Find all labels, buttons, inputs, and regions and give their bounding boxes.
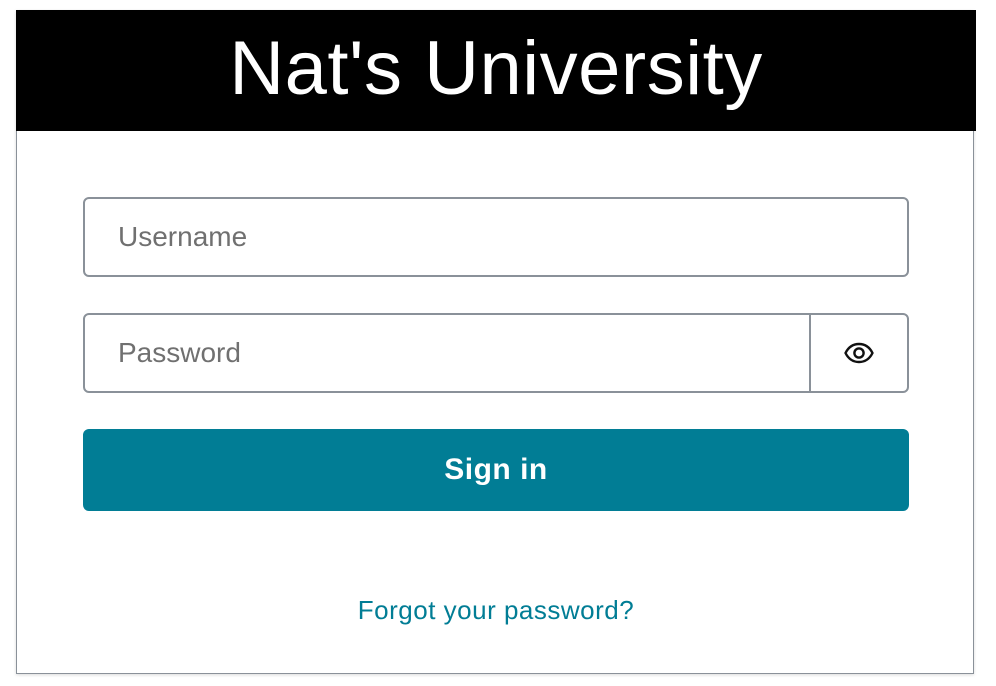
forgot-password-link[interactable]: Forgot your password? — [17, 595, 975, 626]
login-card: Nat's University Sign in Forgot your pas… — [16, 10, 976, 674]
page-title: Nat's University — [229, 25, 763, 111]
username-field-container — [83, 197, 909, 277]
show-password-toggle[interactable] — [809, 315, 907, 391]
sign-in-button[interactable]: Sign in — [83, 429, 909, 511]
password-input[interactable] — [85, 315, 809, 391]
username-input[interactable] — [85, 199, 907, 275]
password-field-container — [83, 313, 909, 393]
header-banner: Nat's University — [16, 10, 976, 131]
eye-icon — [844, 342, 874, 364]
